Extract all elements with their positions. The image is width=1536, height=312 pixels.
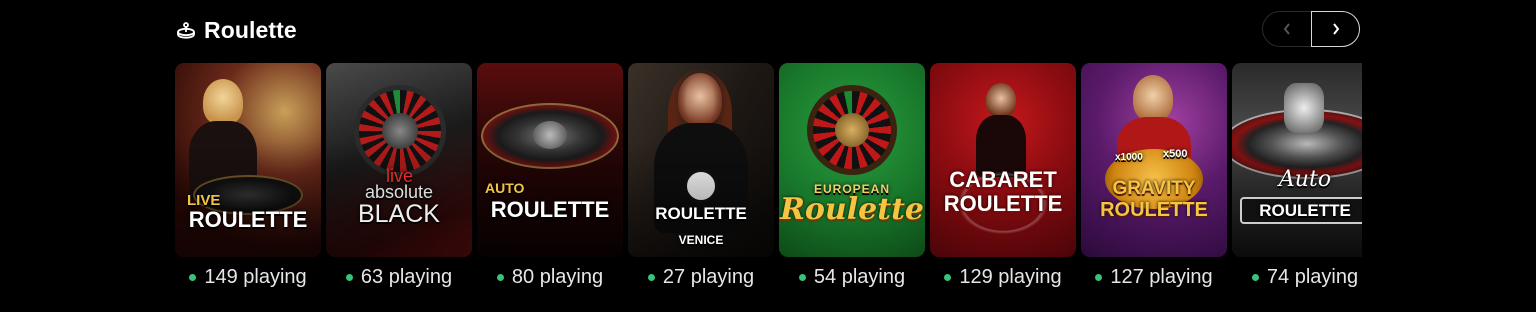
section-header: Roulette <box>175 12 297 48</box>
game-thumbnail[interactable]: live absolute BLACK <box>326 63 472 257</box>
carousel-prev-button[interactable] <box>1262 11 1311 47</box>
game-title-line2: x500 <box>1163 148 1188 160</box>
player-count-text: 149 playing <box>204 265 307 288</box>
online-dot-icon <box>798 273 806 281</box>
game-title-line1: ROULETTE <box>655 204 747 223</box>
game-tile-absolute-black[interactable]: live absolute BLACK 63 playing <box>326 63 472 290</box>
game-tile-gravity-roulette[interactable]: x1000 x500 GRAVITY ROULETTE 127 playing <box>1081 63 1227 290</box>
player-count-text: 129 playing <box>959 265 1062 288</box>
player-count: 127 playing <box>1081 264 1227 290</box>
game-title-line2: absolute <box>364 182 434 202</box>
online-dot-icon <box>496 273 504 281</box>
player-count: 74 playing <box>1232 264 1362 290</box>
game-tile-roulette-venice[interactable]: ROULETTE VENICE 27 playing <box>628 63 774 290</box>
player-count-text: 74 playing <box>1266 265 1359 288</box>
game-tile-european-roulette[interactable]: EUROPEAN Roulette 54 playing <box>779 63 925 290</box>
game-title-line1: AUTO <box>485 180 525 196</box>
game-thumbnail[interactable]: ROULETTE VENICE <box>628 63 774 257</box>
game-tile-cabaret-roulette[interactable]: CABARET ROULETTE 129 playing <box>930 63 1076 290</box>
game-title-line1: x1000 <box>1115 152 1143 163</box>
chevron-right-icon <box>1332 23 1339 35</box>
chevron-left-icon <box>1283 23 1290 35</box>
game-thumbnail[interactable]: EUROPEAN Roulette <box>779 63 925 257</box>
player-count: 54 playing <box>779 264 925 290</box>
game-title-line1: CABARET <box>949 167 1057 192</box>
game-title-line2: VENICE <box>678 233 724 247</box>
online-dot-icon <box>189 273 197 281</box>
roulette-wheel-icon <box>175 19 197 41</box>
player-count: 149 playing <box>175 264 321 290</box>
game-title-line3: BLACK <box>358 200 440 228</box>
game-thumbnail[interactable]: LIVE ROULETTE <box>175 63 321 257</box>
roulette-section: Roulette LIVE ROULETTE 149 playing live … <box>0 0 1536 312</box>
player-count: 27 playing <box>628 264 774 290</box>
game-thumbnail[interactable]: AUTO ROULETTE <box>477 63 623 257</box>
game-tile-auto-roulette-silver[interactable]: Auto ROULETTE 74 playing <box>1232 63 1362 290</box>
game-tile-live-roulette[interactable]: LIVE ROULETTE 149 playing <box>175 63 321 290</box>
online-dot-icon <box>345 273 353 281</box>
game-title-line3: GRAVITY <box>1112 178 1196 199</box>
game-thumbnail[interactable]: CABARET ROULETTE <box>930 63 1076 257</box>
game-title-line2: ROULETTE <box>188 207 308 232</box>
player-count: 63 playing <box>326 264 472 290</box>
carousel-nav <box>1262 11 1360 47</box>
player-count-text: 54 playing <box>813 265 906 288</box>
game-title-line2: Roulette <box>779 192 925 227</box>
game-tile-auto-roulette[interactable]: AUTO ROULETTE 80 playing <box>477 63 623 290</box>
online-dot-icon <box>1251 273 1259 281</box>
game-thumbnail[interactable]: x1000 x500 GRAVITY ROULETTE <box>1081 63 1227 257</box>
game-title-line2: ROULETTE <box>1240 197 1362 224</box>
online-dot-icon <box>1095 273 1103 281</box>
player-count-text: 80 playing <box>511 265 604 288</box>
online-dot-icon <box>647 273 655 281</box>
player-count: 129 playing <box>930 264 1076 290</box>
game-title-line4: ROULETTE <box>1100 199 1208 221</box>
player-count-text: 63 playing <box>360 265 453 288</box>
games-carousel: LIVE ROULETTE 149 playing live absolute … <box>175 63 1362 303</box>
carousel-next-button[interactable] <box>1311 11 1360 47</box>
game-title-line2: ROULETTE <box>490 197 610 222</box>
player-count: 80 playing <box>477 264 623 290</box>
player-count-text: 127 playing <box>1110 265 1213 288</box>
game-title-line1: LIVE <box>187 192 221 209</box>
online-dot-icon <box>944 273 952 281</box>
section-title: Roulette <box>204 16 297 43</box>
game-thumbnail[interactable]: Auto ROULETTE <box>1232 63 1362 257</box>
game-title-line1: Auto <box>1278 167 1332 192</box>
player-count-text: 27 playing <box>662 265 755 288</box>
game-title-line2: ROULETTE <box>943 191 1063 216</box>
